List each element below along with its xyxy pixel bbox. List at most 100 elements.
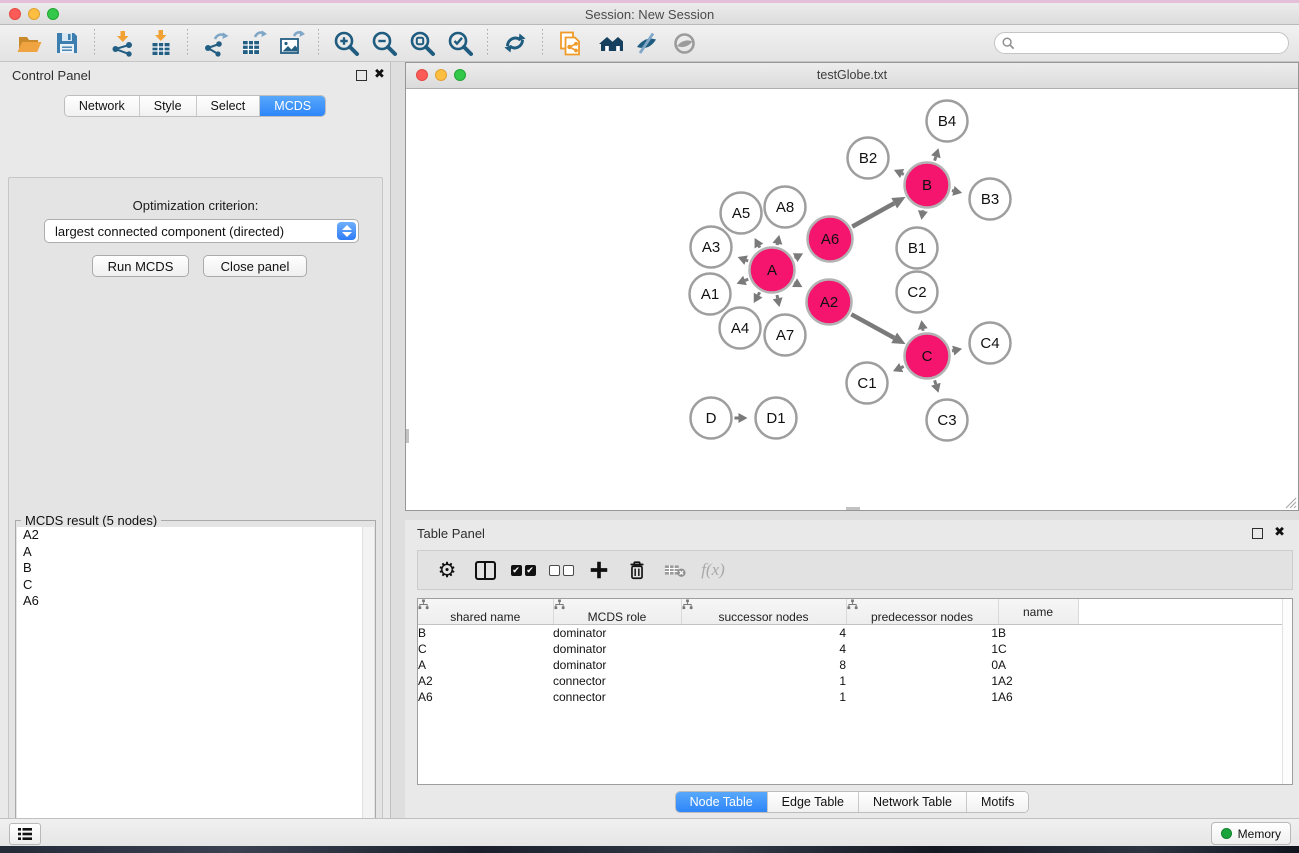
graph-edge-C-C4[interactable] xyxy=(952,346,962,356)
network-graph[interactable]: B4B2BB3A5A8A6B1A3AA1C2A2A4A7C4CC1C3DD1 xyxy=(406,89,1298,510)
hide-selected-icon[interactable] xyxy=(630,28,662,58)
column-header-successor-nodes[interactable]: successor nodes xyxy=(681,599,846,625)
cell-successor_nodes[interactable]: 4 xyxy=(681,625,846,642)
column-header-shared-name[interactable]: shared name xyxy=(418,599,553,625)
cell-shared_name[interactable]: B xyxy=(418,625,553,642)
graph-node-A8[interactable]: A8 xyxy=(765,187,806,228)
add-column-icon[interactable] xyxy=(582,554,616,586)
graph-edge-A2-C[interactable] xyxy=(851,314,905,344)
column-header-mcds-role[interactable]: MCDS role xyxy=(553,599,681,625)
table-row[interactable]: A2connector11A2 xyxy=(418,673,1292,689)
graph-edge-C-C2[interactable] xyxy=(918,320,928,331)
select-all-rows-icon[interactable]: ✔✔ xyxy=(506,554,540,586)
cell-shared_name[interactable]: A6 xyxy=(418,689,553,705)
close-table-panel-icon[interactable]: ✖ xyxy=(1274,525,1285,539)
horizontal-scroll-mark[interactable] xyxy=(846,507,860,510)
graph-node-C[interactable]: C xyxy=(905,334,950,379)
graph-node-D[interactable]: D xyxy=(691,398,732,439)
zoom-out-icon[interactable] xyxy=(368,28,400,58)
graph-edge-A6-B[interactable] xyxy=(852,197,905,227)
show-columns-icon[interactable] xyxy=(468,554,502,586)
column-header-name[interactable]: name xyxy=(998,599,1078,625)
graph-edge-A-A3[interactable] xyxy=(738,256,748,265)
table-row[interactable]: A6connector11A6 xyxy=(418,689,1292,705)
cell-shared_name[interactable]: C xyxy=(418,641,553,657)
graph-edge-D-D1[interactable] xyxy=(735,413,748,423)
refresh-network-view-icon[interactable] xyxy=(499,28,531,58)
graph-node-B[interactable]: B xyxy=(905,163,950,208)
graph-edge-C-C1[interactable] xyxy=(893,363,904,372)
tab-edge-table[interactable]: Edge Table xyxy=(767,792,858,812)
cell-name[interactable]: C xyxy=(998,641,1078,657)
graph-node-B1[interactable]: B1 xyxy=(897,228,938,269)
cell-mcds_role[interactable]: dominator xyxy=(553,657,681,673)
mcds-result-item[interactable]: A6 xyxy=(17,593,374,610)
graph-node-A[interactable]: A xyxy=(750,248,795,293)
network-canvas[interactable]: B4B2BB3A5A8A6B1A3AA1C2A2A4A7C4CC1C3DD1 xyxy=(406,89,1298,510)
cell-successor_nodes[interactable]: 4 xyxy=(681,641,846,657)
tab-style[interactable]: Style xyxy=(139,96,196,116)
tab-select[interactable]: Select xyxy=(196,96,260,116)
function-builder-icon[interactable]: f(x) xyxy=(696,554,730,586)
delete-column-icon[interactable] xyxy=(620,554,654,586)
graph-edge-A-A6[interactable] xyxy=(793,253,803,262)
task-history-button[interactable] xyxy=(9,823,41,845)
export-image-icon[interactable] xyxy=(275,28,307,58)
deselect-all-rows-icon[interactable] xyxy=(544,554,578,586)
graph-node-B3[interactable]: B3 xyxy=(970,179,1011,220)
graph-node-A6[interactable]: A6 xyxy=(808,217,853,262)
zoom-fit-content-icon[interactable] xyxy=(406,28,438,58)
graph-node-B4[interactable]: B4 xyxy=(927,101,968,142)
delete-table-icon[interactable] xyxy=(658,554,692,586)
mcds-result-item[interactable]: C xyxy=(17,577,374,594)
table-row[interactable]: Adominator80A xyxy=(418,657,1292,673)
mcds-result-item[interactable]: A2 xyxy=(17,527,374,544)
mcds-result-item[interactable]: A xyxy=(17,544,374,561)
graph-node-A7[interactable]: A7 xyxy=(765,315,806,356)
first-neighbors-icon[interactable] xyxy=(592,28,624,58)
graph-edge-A-A7[interactable] xyxy=(773,295,783,307)
cell-name[interactable]: A2 xyxy=(998,673,1078,689)
tab-network-table[interactable]: Network Table xyxy=(858,792,966,812)
graph-edge-A-A5[interactable] xyxy=(755,238,764,248)
column-header-predecessor-nodes[interactable]: predecessor nodes xyxy=(846,599,998,625)
tab-mcds[interactable]: MCDS xyxy=(259,96,325,116)
cell-predecessor_nodes[interactable]: 0 xyxy=(846,657,998,673)
cell-predecessor_nodes[interactable]: 1 xyxy=(846,625,998,642)
graph-edge-A-A1[interactable] xyxy=(737,276,749,285)
graph-node-C3[interactable]: C3 xyxy=(927,400,968,441)
cell-successor_nodes[interactable]: 1 xyxy=(681,689,846,705)
import-table-from-file-icon[interactable] xyxy=(144,28,176,58)
graph-node-C2[interactable]: C2 xyxy=(897,272,938,313)
cell-predecessor_nodes[interactable]: 1 xyxy=(846,673,998,689)
graph-edge-B-B4[interactable] xyxy=(931,148,941,160)
cell-name[interactable]: A6 xyxy=(998,689,1078,705)
graph-edge-A-A4[interactable] xyxy=(754,292,763,303)
graph-node-C1[interactable]: C1 xyxy=(847,363,888,404)
cell-successor_nodes[interactable]: 8 xyxy=(681,657,846,673)
export-table-icon[interactable] xyxy=(237,28,269,58)
search-field[interactable] xyxy=(994,32,1289,54)
import-network-from-file-icon[interactable] xyxy=(106,28,138,58)
new-network-from-selection-icon[interactable] xyxy=(554,28,586,58)
graph-node-A1[interactable]: A1 xyxy=(690,274,731,315)
cell-name[interactable]: B xyxy=(998,625,1078,642)
zoom-selected-region-icon[interactable] xyxy=(444,28,476,58)
cell-name[interactable]: A xyxy=(998,657,1078,673)
show-all-icon[interactable] xyxy=(668,28,700,58)
tab-network[interactable]: Network xyxy=(65,96,139,116)
export-network-icon[interactable] xyxy=(199,28,231,58)
graph-node-C4[interactable]: C4 xyxy=(970,323,1011,364)
graph-edge-A-A8[interactable] xyxy=(773,235,783,245)
table-scrollbar[interactable] xyxy=(1282,599,1292,784)
close-panel-button[interactable]: Close panel xyxy=(203,255,307,277)
resize-grip-icon[interactable] xyxy=(1284,496,1297,509)
cell-predecessor_nodes[interactable]: 1 xyxy=(846,641,998,657)
vertical-scroll-mark[interactable] xyxy=(406,429,409,443)
optimization-criterion-select[interactable]: largest connected component (directed) xyxy=(44,219,359,243)
cell-mcds_role[interactable]: dominator xyxy=(553,625,681,642)
table-settings-icon[interactable]: ⚙ xyxy=(430,554,464,586)
table-row[interactable]: Cdominator41C xyxy=(418,641,1292,657)
graph-node-A4[interactable]: A4 xyxy=(720,308,761,349)
graph-node-A3[interactable]: A3 xyxy=(691,227,732,268)
